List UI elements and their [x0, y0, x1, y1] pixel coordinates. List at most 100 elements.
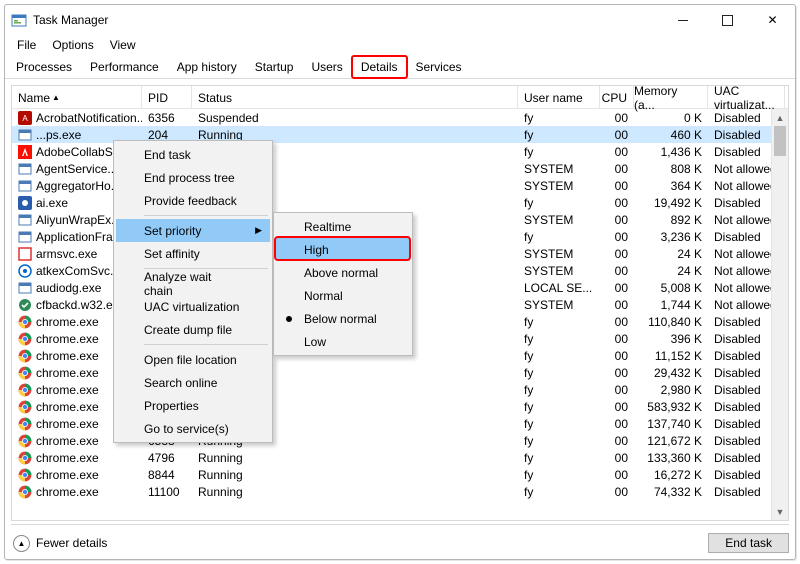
- close-button[interactable]: [750, 5, 795, 35]
- tab-app-history[interactable]: App history: [168, 56, 246, 78]
- tab-users[interactable]: Users: [302, 56, 351, 78]
- scroll-up-icon[interactable]: ▲: [772, 109, 788, 126]
- tab-details[interactable]: Details: [352, 56, 407, 78]
- priority-label: Realtime: [304, 220, 351, 234]
- user-cell: fy: [518, 347, 600, 364]
- app-icon: [18, 213, 32, 227]
- menu-item-uac-virtualization[interactable]: UAC virtualization: [116, 295, 270, 318]
- menu-item-open-file-location[interactable]: Open file location: [116, 348, 270, 371]
- cpu-cell: 00: [600, 211, 634, 228]
- col-pid[interactable]: PID: [142, 86, 192, 109]
- menu-item-end-task[interactable]: End task: [116, 143, 270, 166]
- memory-cell: 121,672 K: [634, 432, 708, 449]
- process-name: chrome.exe: [36, 315, 99, 329]
- priority-normal[interactable]: Normal: [276, 284, 410, 307]
- col-cpu[interactable]: CPU: [600, 86, 634, 109]
- title-bar: Task Manager: [5, 5, 795, 35]
- user-cell: SYSTEM: [518, 160, 600, 177]
- chrome-icon: [18, 349, 32, 363]
- maximize-button[interactable]: [705, 5, 750, 35]
- asus-icon: [18, 264, 32, 278]
- menu-item-provide-feedback[interactable]: Provide feedback: [116, 189, 270, 212]
- process-name: audiodg.exe: [36, 281, 101, 295]
- chrome-icon: [18, 451, 32, 465]
- app-icon: [18, 128, 32, 142]
- tab-startup[interactable]: Startup: [246, 56, 303, 78]
- user-cell: SYSTEM: [518, 296, 600, 313]
- memory-cell: 133,360 K: [634, 449, 708, 466]
- pid-cell: 11100: [142, 483, 192, 500]
- user-cell: fy: [518, 449, 600, 466]
- tab-processes[interactable]: Processes: [7, 56, 81, 78]
- table-row[interactable]: chrome.exe4796Runningfy00133,360 KDisabl…: [12, 449, 788, 466]
- cpu-cell: 00: [600, 432, 634, 449]
- cpu-cell: 00: [600, 415, 634, 432]
- menu-item-analyze-wait-chain[interactable]: Analyze wait chain: [116, 272, 270, 295]
- col-status[interactable]: Status: [192, 86, 518, 109]
- menu-item-set-affinity[interactable]: Set affinity: [116, 242, 270, 265]
- tab-services[interactable]: Services: [407, 56, 471, 78]
- cpu-cell: 00: [600, 126, 634, 143]
- tab-performance[interactable]: Performance: [81, 56, 168, 78]
- chrome-icon: [18, 468, 32, 482]
- priority-high[interactable]: High: [276, 238, 410, 261]
- cpu-cell: 00: [600, 466, 634, 483]
- memory-cell: 19,492 K: [634, 194, 708, 211]
- end-task-button[interactable]: End task: [708, 533, 789, 553]
- status-cell: Running: [192, 466, 518, 483]
- user-cell: fy: [518, 432, 600, 449]
- process-name: chrome.exe: [36, 485, 99, 499]
- menu-file[interactable]: File: [9, 36, 44, 54]
- sort-asc-icon: ▲: [52, 93, 60, 102]
- menu-item-create-dump-file[interactable]: Create dump file: [116, 318, 270, 341]
- priority-submenu: Realtime High Above normal NormalBelow norm…: [273, 212, 413, 356]
- table-row[interactable]: chrome.exe8844Runningfy0016,272 KDisable…: [12, 466, 788, 483]
- memory-cell: 16,272 K: [634, 466, 708, 483]
- col-mem[interactable]: Memory (a...: [634, 86, 708, 109]
- col-user[interactable]: User name: [518, 86, 600, 109]
- priority-low[interactable]: Low: [276, 330, 410, 353]
- footer: ▲ Fewer details End task: [11, 524, 789, 556]
- memory-cell: 396 K: [634, 330, 708, 347]
- priority-label: Above normal: [304, 266, 378, 280]
- table-row[interactable]: AAcrobatNotification...6356Suspendedfy00…: [12, 109, 788, 126]
- task-manager-window: Task Manager File Options View Processes…: [4, 4, 796, 560]
- menu-view[interactable]: View: [102, 36, 144, 54]
- priority-realtime[interactable]: Realtime: [276, 215, 410, 238]
- col-uac[interactable]: UAC virtualizat...: [708, 86, 785, 109]
- fewer-details-toggle[interactable]: ▲ Fewer details: [11, 535, 107, 552]
- memory-cell: 24 K: [634, 262, 708, 279]
- menu-options[interactable]: Options: [44, 36, 101, 54]
- cpu-cell: 00: [600, 109, 634, 126]
- memory-cell: 110,840 K: [634, 313, 708, 330]
- process-name: chrome.exe: [36, 366, 99, 380]
- col-name[interactable]: Name▲: [12, 86, 142, 109]
- scroll-thumb[interactable]: [774, 126, 786, 156]
- status-cell: Running: [192, 449, 518, 466]
- memory-cell: 24 K: [634, 245, 708, 262]
- vertical-scrollbar[interactable]: ▲ ▼: [771, 109, 788, 520]
- memory-cell: 892 K: [634, 211, 708, 228]
- chrome-icon: [18, 332, 32, 346]
- menu-item-search-online[interactable]: Search online: [116, 371, 270, 394]
- user-cell: fy: [518, 330, 600, 347]
- cf-icon: [18, 298, 32, 312]
- cpu-cell: 00: [600, 347, 634, 364]
- menu-item-set-priority[interactable]: Set priority▶: [116, 219, 270, 242]
- minimize-button[interactable]: [660, 5, 705, 35]
- menu-item-properties[interactable]: Properties: [116, 394, 270, 417]
- priority-below-normal[interactable]: Below normal: [276, 307, 410, 330]
- app-icon: [18, 230, 32, 244]
- user-cell: fy: [518, 228, 600, 245]
- memory-cell: 0 K: [634, 109, 708, 126]
- priority-above-normal[interactable]: Above normal: [276, 261, 410, 284]
- user-cell: SYSTEM: [518, 211, 600, 228]
- app-icon: [18, 179, 32, 193]
- process-name: chrome.exe: [36, 468, 99, 482]
- memory-cell: 137,740 K: [634, 415, 708, 432]
- table-row[interactable]: chrome.exe11100Runningfy0074,332 KDisabl…: [12, 483, 788, 500]
- cpu-cell: 00: [600, 364, 634, 381]
- menu-item-go-to-service-s-[interactable]: Go to service(s): [116, 417, 270, 440]
- menu-item-end-process-tree[interactable]: End process tree: [116, 166, 270, 189]
- scroll-down-icon[interactable]: ▼: [772, 503, 788, 520]
